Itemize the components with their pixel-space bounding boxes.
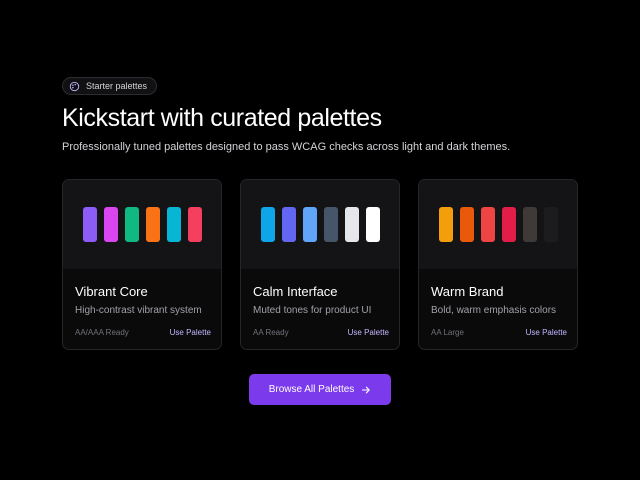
browse-button-label: Browse All Palettes: [268, 384, 355, 395]
browse-all-palettes-button[interactable]: Browse All Palettes: [249, 374, 391, 405]
color-swatch: [480, 207, 495, 242]
palette-description: High-contrast vibrant system: [75, 305, 202, 316]
use-palette-button[interactable]: Use Palette: [526, 328, 567, 337]
palette-icon: [69, 81, 80, 91]
badge-label: Starter palettes: [86, 81, 148, 91]
page-title: Kickstart with curated palettes: [62, 104, 382, 132]
swatch-row: [419, 180, 577, 269]
compliance-label: AA Ready: [253, 328, 289, 337]
color-swatch: [82, 207, 97, 242]
palette-card-vibrant-core: Vibrant Core High-contrast vibrant syste…: [62, 179, 222, 350]
palette-card-calm-interface: Calm Interface Muted tones for product U…: [240, 179, 400, 350]
color-swatch: [459, 207, 474, 242]
use-palette-button[interactable]: Use Palette: [170, 328, 211, 337]
palette-description: Bold, warm emphasis colors: [431, 305, 557, 316]
color-swatch: [281, 207, 296, 242]
color-swatch: [543, 207, 558, 242]
swatch-row: [241, 180, 399, 269]
palette-name: Warm Brand: [431, 284, 504, 299]
palette-card-warm-brand: Warm Brand Bold, warm emphasis colors AA…: [418, 179, 578, 350]
color-swatch: [522, 207, 537, 242]
page-subtitle: Professionally tuned palettes designed t…: [62, 141, 511, 153]
arrow-right-icon: [362, 386, 371, 393]
palette-name: Calm Interface: [253, 284, 338, 299]
use-palette-button[interactable]: Use Palette: [348, 328, 389, 337]
color-swatch: [323, 207, 338, 242]
color-swatch: [166, 207, 181, 242]
color-swatch: [344, 207, 359, 242]
color-swatch: [365, 207, 380, 242]
palette-description: Muted tones for product UI: [253, 305, 372, 316]
compliance-label: AA/AAA Ready: [75, 328, 129, 337]
color-swatch: [103, 207, 118, 242]
color-swatch: [438, 207, 453, 242]
compliance-label: AA Large: [431, 328, 464, 337]
color-swatch: [501, 207, 516, 242]
color-swatch: [302, 207, 317, 242]
starter-palettes-badge: Starter palettes: [62, 77, 158, 95]
swatch-row: [63, 180, 221, 269]
color-swatch: [145, 207, 160, 242]
color-swatch: [187, 207, 202, 242]
palette-name: Vibrant Core: [75, 284, 148, 299]
color-swatch: [124, 207, 139, 242]
color-swatch: [260, 207, 275, 242]
